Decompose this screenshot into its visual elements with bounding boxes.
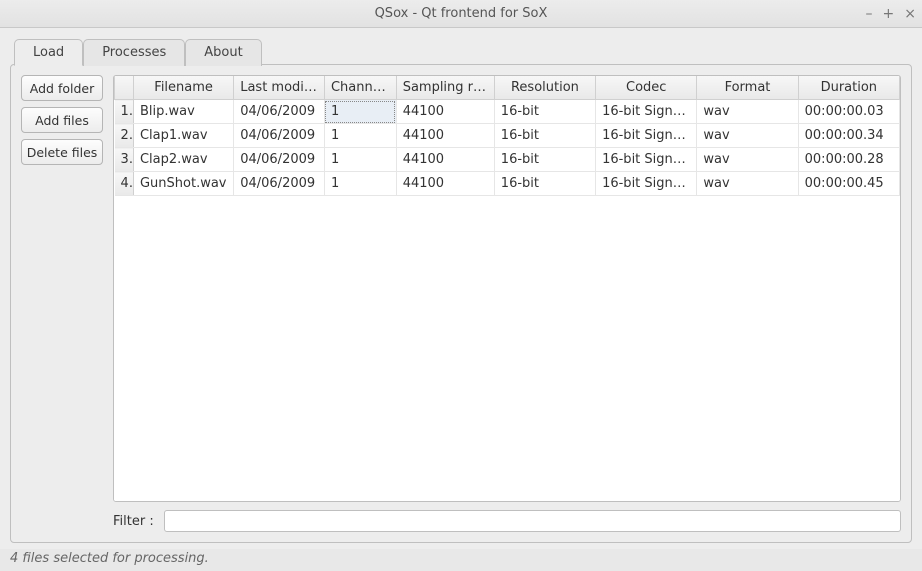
tab-panel-load: Add folder Add files Delete files: [10, 64, 912, 543]
col-duration[interactable]: Duration: [798, 76, 899, 100]
table-cell[interactable]: 16-bit: [494, 172, 595, 196]
table-cell[interactable]: 16-bit Signed I...: [596, 172, 697, 196]
col-format[interactable]: Format: [697, 76, 798, 100]
maximize-icon[interactable]: +: [883, 6, 895, 22]
table-cell[interactable]: wav: [697, 100, 798, 124]
table-cell[interactable]: 1: [324, 124, 396, 148]
table-cell[interactable]: Blip.wav: [133, 100, 233, 124]
tab-load[interactable]: Load: [14, 39, 83, 66]
table-cell[interactable]: 44100: [396, 100, 494, 124]
table-cell[interactable]: 00:00:00.45: [798, 172, 899, 196]
filter-input[interactable]: [164, 510, 901, 532]
table-cell[interactable]: 44100: [396, 172, 494, 196]
row-number: 2: [115, 124, 134, 148]
table-cell[interactable]: 00:00:00.03: [798, 100, 899, 124]
rownum-header: [115, 76, 134, 100]
row-number: 4: [115, 172, 134, 196]
table-row[interactable]: 3Clap2.wav04/06/200914410016-bit16-bit S…: [115, 148, 900, 172]
table-cell[interactable]: Clap2.wav: [133, 148, 233, 172]
col-filename[interactable]: Filename: [133, 76, 233, 100]
table-cell[interactable]: 00:00:00.34: [798, 124, 899, 148]
table-cell[interactable]: Clap1.wav: [133, 124, 233, 148]
table-cell[interactable]: wav: [697, 172, 798, 196]
table-row[interactable]: 1Blip.wav04/06/200914410016-bit16-bit Si…: [115, 100, 900, 124]
table-cell[interactable]: 04/06/2009: [234, 148, 325, 172]
table-cell[interactable]: GunShot.wav: [133, 172, 233, 196]
col-channels[interactable]: Channels: [324, 76, 396, 100]
table-cell[interactable]: 04/06/2009: [234, 172, 325, 196]
table-row[interactable]: 4GunShot.wav04/06/200914410016-bit16-bit…: [115, 172, 900, 196]
window-title: QSox - Qt frontend for SoX: [375, 6, 548, 21]
table-cell[interactable]: 16-bit Signed I...: [596, 124, 697, 148]
tab-about[interactable]: About: [185, 39, 261, 66]
table-cell[interactable]: 16-bit: [494, 124, 595, 148]
table-cell[interactable]: 16-bit Signed I...: [596, 148, 697, 172]
filter-row: Filter :: [21, 510, 901, 532]
table-cell[interactable]: 44100: [396, 124, 494, 148]
tab-processes[interactable]: Processes: [83, 39, 185, 66]
row-number: 3: [115, 148, 134, 172]
table-cell[interactable]: 16-bit Signed I...: [596, 100, 697, 124]
filter-label: Filter :: [113, 514, 154, 529]
table-cell[interactable]: 1: [324, 148, 396, 172]
table-cell[interactable]: 04/06/2009: [234, 124, 325, 148]
table-cell[interactable]: 04/06/2009: [234, 100, 325, 124]
col-last-modified[interactable]: Last modified: [234, 76, 325, 100]
add-files-button[interactable]: Add files: [21, 107, 103, 133]
add-folder-button[interactable]: Add folder: [21, 75, 103, 101]
minimize-icon[interactable]: –: [866, 6, 873, 22]
table-cell[interactable]: wav: [697, 148, 798, 172]
table-cell[interactable]: wav: [697, 124, 798, 148]
table-row[interactable]: 2Clap1.wav04/06/200914410016-bit16-bit S…: [115, 124, 900, 148]
table-cell[interactable]: 44100: [396, 148, 494, 172]
status-text: 4 files selected for processing.: [10, 551, 209, 566]
table-cell[interactable]: 16-bit: [494, 148, 595, 172]
col-codec[interactable]: Codec: [596, 76, 697, 100]
table-header-row: Filename Last modified Channels Sampling…: [115, 76, 900, 100]
table-cell[interactable]: 16-bit: [494, 100, 595, 124]
file-table[interactable]: Filename Last modified Channels Sampling…: [113, 75, 901, 502]
table-cell[interactable]: 1: [324, 172, 396, 196]
statusbar: 4 files selected for processing.: [0, 549, 922, 571]
close-icon[interactable]: ×: [904, 6, 916, 22]
delete-files-button[interactable]: Delete files: [21, 139, 103, 165]
row-number: 1: [115, 100, 134, 124]
window-controls: – + ×: [866, 0, 916, 27]
col-resolution[interactable]: Resolution: [494, 76, 595, 100]
table-cell[interactable]: 00:00:00.28: [798, 148, 899, 172]
tabbar: Load Processes About: [10, 38, 912, 65]
col-sampling-rate[interactable]: Sampling rate: [396, 76, 494, 100]
titlebar: QSox - Qt frontend for SoX – + ×: [0, 0, 922, 28]
side-buttons: Add folder Add files Delete files: [21, 75, 103, 502]
main-frame: Load Processes About Add folder Add file…: [0, 28, 922, 549]
table-cell[interactable]: 1: [324, 100, 396, 124]
table-empty-area: [114, 196, 900, 501]
